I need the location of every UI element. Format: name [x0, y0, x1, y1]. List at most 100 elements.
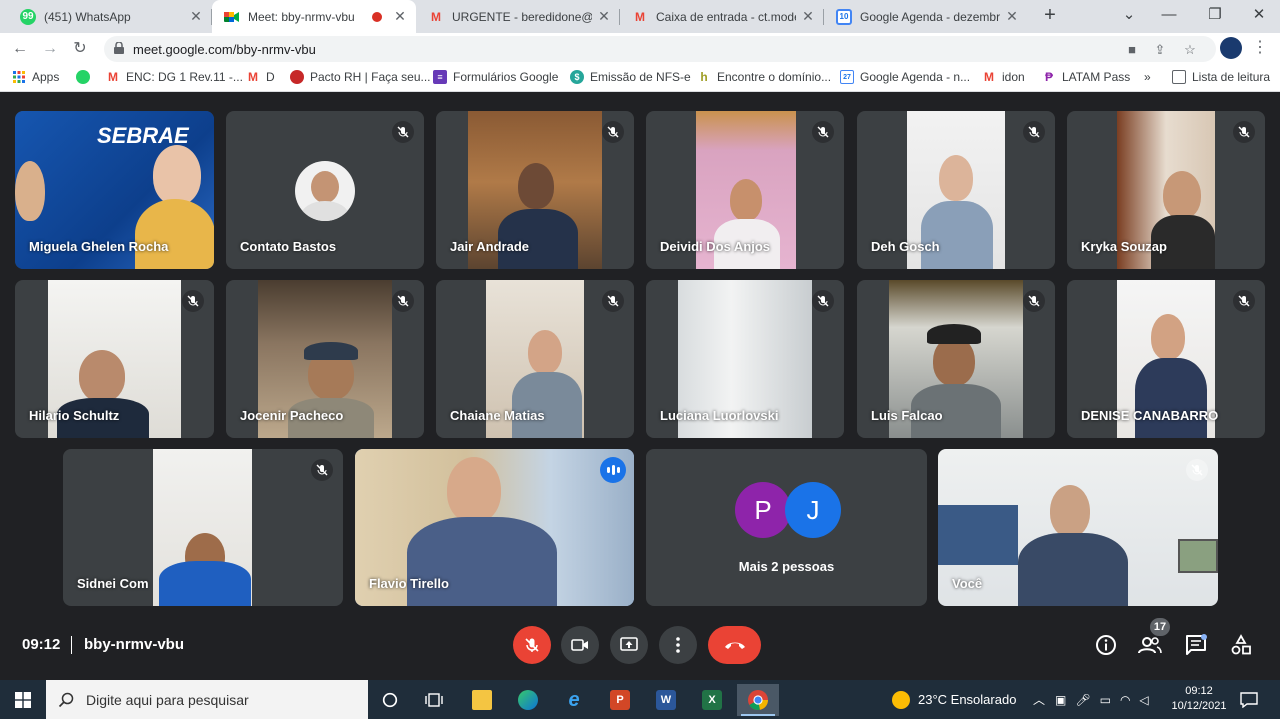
close-icon[interactable]: ✕: [188, 8, 204, 25]
participant-tile[interactable]: Chaiane Matias: [436, 280, 634, 438]
bookmark-label: Google Agenda - n...: [860, 70, 971, 84]
leave-call-button[interactable]: [708, 626, 761, 664]
tab-title: Google Agenda - dezembro: [860, 9, 1000, 24]
participant-cap: [927, 324, 981, 344]
toggle-camera-button[interactable]: [561, 626, 599, 664]
participant-tile[interactable]: Deh Gosch: [857, 111, 1055, 269]
microphone-icon[interactable]: 🎤︎: [1075, 693, 1090, 707]
tab-meet[interactable]: Meet: bby-nrmv-vbu ✕: [212, 0, 416, 33]
participant-hair: [135, 199, 214, 269]
more-participants-label: Mais 2 pessoas: [738, 559, 835, 574]
powerpoint-button[interactable]: P: [599, 684, 641, 716]
file-explorer-button[interactable]: [461, 684, 503, 716]
more-options-button[interactable]: [659, 626, 697, 664]
camera-icon[interactable]: ■: [1124, 42, 1140, 58]
participant-tile[interactable]: Deividi Dos Anjos: [646, 111, 844, 269]
minimize-button[interactable]: —: [1146, 0, 1192, 33]
taskbar-clock[interactable]: 09:12 10/12/2021: [1168, 684, 1230, 714]
forward-arrow-icon[interactable]: →: [38, 37, 62, 61]
bookmark-nfse[interactable]: $ Emissão de NFS-e: [570, 70, 691, 84]
activities-icon: [1231, 634, 1251, 655]
chat-button[interactable]: [1183, 632, 1209, 658]
meet-controls-bar: 09:12 bby-nrmv-vbu 17: [0, 610, 1280, 680]
activities-button[interactable]: [1228, 632, 1254, 658]
tab-whatsapp[interactable]: 99 (451) WhatsApp ✕: [8, 0, 212, 33]
participant-tile[interactable]: DENISE CANABARRO: [1067, 280, 1265, 438]
close-icon[interactable]: ✕: [596, 8, 612, 25]
window-close-button[interactable]: ✕: [1236, 0, 1280, 33]
meet-tray-icon[interactable]: ▣: [1055, 693, 1066, 707]
close-icon[interactable]: ✕: [1004, 8, 1020, 25]
more-participants-tile[interactable]: P J Mais 2 pessoas: [646, 449, 927, 606]
reload-icon[interactable]: ↻: [68, 37, 92, 61]
bookmark-enc-dg[interactable]: M ENC: DG 1 Rev.11 -...: [106, 70, 243, 84]
reading-list-button[interactable]: Lista de leitura: [1172, 70, 1270, 84]
participant-tile[interactable]: Jocenir Pacheco: [226, 280, 424, 438]
bookmark-dominio[interactable]: h Encontre o domínio...: [697, 70, 831, 84]
google-meet-icon: [224, 8, 240, 25]
word-button[interactable]: W: [645, 684, 687, 716]
tab-gmail-urgente[interactable]: M URGENTE - beredidone@gm ✕: [416, 0, 620, 33]
bookmark-google-forms[interactable]: ≡ Formulários Google: [433, 70, 558, 84]
participant-tile[interactable]: Hilario Schultz: [15, 280, 214, 438]
chrome-menu-icon[interactable]: ⋮: [1252, 37, 1268, 57]
nfse-icon: $: [570, 70, 584, 84]
participant-tile[interactable]: Sidnei Com: [63, 449, 343, 606]
participant-tile[interactable]: Kryka Souzap: [1067, 111, 1265, 269]
bookmark-star-icon[interactable]: ☆: [1182, 42, 1198, 58]
back-arrow-icon[interactable]: ←: [8, 37, 32, 61]
participant-body: [512, 372, 582, 438]
cortana-circle-icon: [382, 692, 398, 708]
participant-tile[interactable]: Contato Bastos: [226, 111, 424, 269]
wifi-icon[interactable]: ◠: [1120, 693, 1130, 707]
bookmark-whatsapp[interactable]: [76, 70, 96, 84]
close-icon[interactable]: ✕: [392, 8, 408, 25]
weather-widget[interactable]: 23°C Ensolarado: [892, 680, 1016, 719]
taskbar-search-box[interactable]: Digite aqui para pesquisar: [46, 680, 368, 719]
battery-icon[interactable]: ▭: [1100, 693, 1111, 707]
bookmark-google-agenda[interactable]: 27 Google Agenda - n...: [840, 70, 970, 84]
reading-list-icon: [1172, 70, 1186, 84]
present-screen-button[interactable]: [610, 626, 648, 664]
share-icon[interactable]: ⇪: [1152, 42, 1168, 58]
participant-tile[interactable]: SEBRAE Miguela Ghelen Rocha: [15, 111, 214, 269]
tab-gmail-inbox[interactable]: M Caixa de entrada - ct.modela ✕: [620, 0, 824, 33]
bookmark-d[interactable]: M D: [246, 70, 275, 84]
notifications-button[interactable]: [1240, 680, 1258, 719]
volume-icon[interactable]: ◁: [1139, 693, 1148, 707]
participant-tile[interactable]: Luciana Luorlovski: [646, 280, 844, 438]
participant-tile[interactable]: Jair Andrade: [436, 111, 634, 269]
more-vertical-icon: [676, 637, 680, 653]
bookmarks-overflow-button[interactable]: »: [1144, 70, 1151, 84]
internet-explorer-button[interactable]: e: [553, 684, 595, 716]
address-bar[interactable]: meet.google.com/bby-nrmv-vbu ■ ⇪ ☆: [104, 36, 1216, 62]
chevron-up-icon[interactable]: ︿: [1033, 691, 1045, 708]
mic-off-icon: [1023, 290, 1045, 312]
word-icon: W: [656, 690, 676, 710]
cortana-button[interactable]: [369, 684, 411, 716]
task-view-icon: [425, 693, 443, 707]
close-icon[interactable]: ✕: [800, 8, 816, 25]
profile-avatar[interactable]: [1220, 37, 1242, 59]
bookmark-apps[interactable]: Apps: [12, 70, 59, 84]
participant-body: [407, 517, 557, 606]
chrome-button[interactable]: [737, 684, 779, 716]
participant-tile-speaking[interactable]: Flavio Tirello: [355, 449, 634, 606]
excel-button[interactable]: X: [691, 684, 733, 716]
windows-start-button[interactable]: [0, 680, 46, 719]
participant-tile[interactable]: Luis Falcao: [857, 280, 1055, 438]
tab-google-calendar[interactable]: 10 Google Agenda - dezembro ✕: [824, 0, 1028, 33]
self-view-tile[interactable]: Você: [938, 449, 1218, 606]
new-tab-button[interactable]: +: [1038, 4, 1062, 28]
bookmark-pacto-rh[interactable]: Pacto RH | Faça seu...: [290, 70, 431, 84]
wall-picture: [1178, 539, 1218, 573]
meeting-details-button[interactable]: [1093, 632, 1119, 658]
bookmark-latam-pass[interactable]: ₱ LATAM Pass: [1042, 70, 1130, 84]
toggle-microphone-button[interactable]: [513, 626, 551, 664]
edge-button[interactable]: [507, 684, 549, 716]
maximize-button[interactable]: ❐: [1192, 0, 1238, 33]
task-view-button[interactable]: [413, 684, 455, 716]
latam-icon: ₱: [1044, 70, 1053, 84]
bookmark-label: Formulários Google: [453, 70, 559, 84]
bookmark-idon[interactable]: M idon: [982, 70, 1025, 84]
